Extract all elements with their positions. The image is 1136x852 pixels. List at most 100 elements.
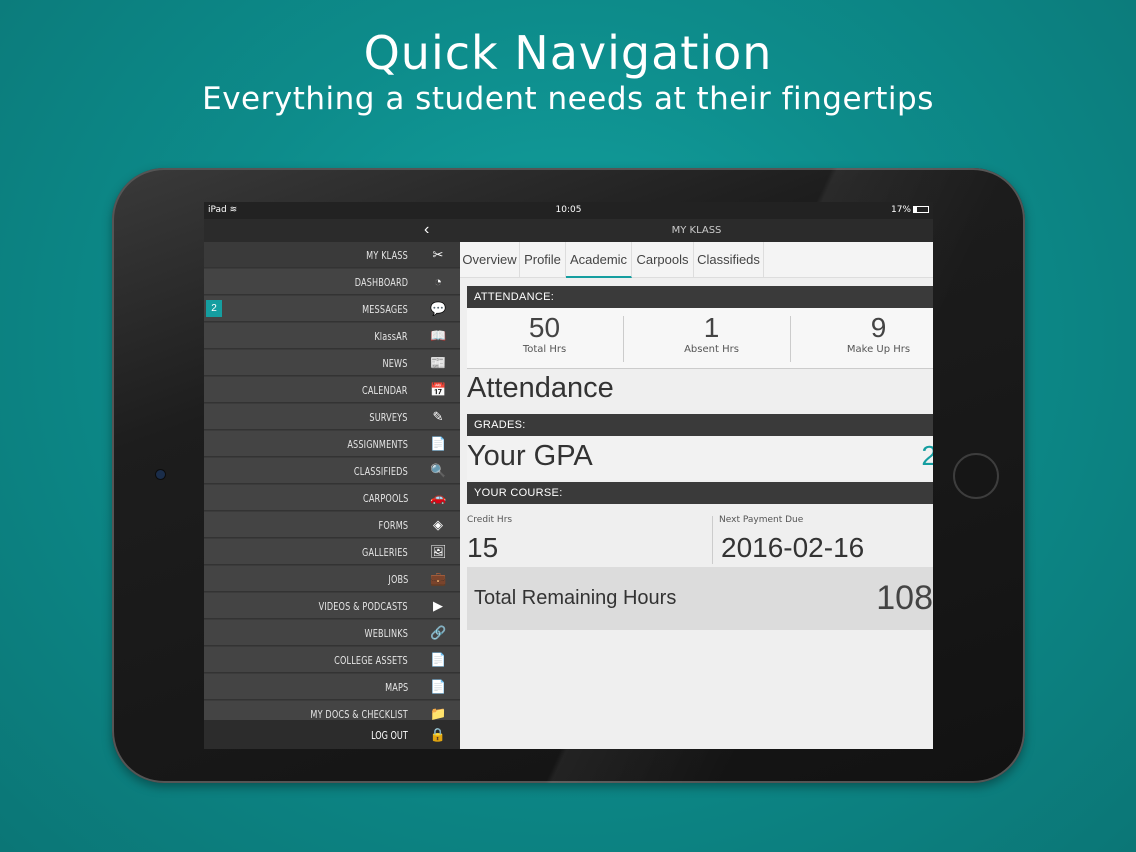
stat-label: Make Up Hrs: [846, 344, 911, 355]
course-details: Credit Hrs 15 Next Payment Due 2016-02-1…: [467, 508, 933, 568]
credit-hrs-label: Credit Hrs: [467, 515, 513, 525]
course-section-header: YOUR COURSE:: [467, 482, 933, 504]
sidebar-item-forms[interactable]: FORMS ◈: [204, 512, 460, 538]
calendar-icon: 📅: [430, 382, 447, 397]
stat-label: Absent Hrs: [684, 344, 739, 355]
sidebar-item-label: COLLEGE ASSETS: [334, 654, 408, 667]
sidebar: MY KLASS ✂ DASHBOARD ◔ 2 MESSAGES 💬 KlassAR 📖 NEW…: [204, 242, 460, 749]
sidebar-item-videos-podcasts[interactable]: VIDEOS & PODCASTS ▶: [204, 593, 460, 619]
next-payment-label: Next Payment Due: [719, 515, 804, 525]
sidebar-item-label: NEWS: [382, 357, 408, 370]
nav-title: MY KLASS: [671, 225, 722, 236]
briefcase-icon: 💼: [430, 571, 447, 586]
sidebar-item-maps[interactable]: MAPS 📄: [204, 674, 460, 700]
document-icon: 📄: [430, 436, 447, 451]
sidebar-item-classifieds[interactable]: CLASSIFIEDS 🔍: [204, 458, 460, 484]
sidebar-item-label: CLASSIFIEDS: [353, 465, 408, 478]
credit-hrs-value: 15: [467, 532, 499, 563]
nav-bar: ‹ MY KLASS: [204, 219, 933, 242]
sidebar-item-surveys[interactable]: SURVEYS ✎: [204, 404, 460, 430]
sidebar-item-label: CARPOOLS: [362, 492, 408, 505]
stat-label: Total Hrs: [522, 344, 567, 355]
gpa-label: Your GPA: [467, 440, 593, 472]
sidebar-item-my-klass[interactable]: MY KLASS ✂: [204, 242, 460, 268]
document-icon: 📄: [430, 679, 447, 694]
car-icon: 🚗: [430, 490, 447, 505]
next-payment-value: 2016-02-16: [721, 532, 865, 563]
chat-bubbles-icon: 💬: [430, 301, 447, 316]
remaining-hours-row[interactable]: Total Remaining Hours 108: [467, 567, 933, 630]
sidebar-item-label: CALENDAR: [362, 384, 408, 397]
logout-button[interactable]: LOG OUT 🔒: [204, 720, 460, 749]
classifieds-icon: 🔍: [430, 463, 447, 478]
status-bar: iPad ≋ 10:05 17%: [204, 202, 933, 219]
tab-overview[interactable]: Overview: [460, 242, 520, 278]
home-button[interactable]: [953, 453, 999, 499]
sidebar-item-messages[interactable]: 2 MESSAGES 💬: [204, 296, 460, 322]
promo-subtitle: Everything a student needs at their fing…: [202, 81, 934, 117]
pencil-icon: ✎: [432, 409, 444, 424]
sidebar-item-dashboard[interactable]: DASHBOARD ◔: [204, 269, 460, 295]
tab-classifieds[interactable]: Classifieds: [694, 242, 764, 278]
sidebar-item-calendar[interactable]: CALENDAR 📅: [204, 377, 460, 403]
attendance-heading[interactable]: Attendance: [467, 372, 614, 405]
sidebar-item-label: MAPS: [384, 681, 408, 694]
sidebar-item-carpools[interactable]: CARPOOLS 🚗: [204, 485, 460, 511]
link-icon: 🔗: [430, 625, 447, 640]
stat-total-hrs: 50 Total Hrs: [467, 308, 622, 369]
gallery-icon: 🖼: [430, 544, 447, 559]
sidebar-item-label: WEBLINKS: [364, 627, 408, 640]
battery-status: 17%: [891, 205, 929, 215]
course-divider: [712, 516, 713, 564]
sidebar-item-label: MESSAGES: [362, 303, 408, 316]
tab-academic[interactable]: Academic: [566, 242, 632, 278]
tab-carpools[interactable]: Carpools: [632, 242, 694, 278]
battery-icon: [913, 206, 929, 213]
stat-value: 1: [703, 312, 720, 343]
lock-icon: 🔒: [429, 727, 446, 742]
gpa-value: 2: [921, 440, 933, 471]
sidebar-item-label: MY KLASS: [366, 249, 408, 262]
play-icon: ▶: [433, 598, 443, 613]
stat-divider: [790, 316, 791, 362]
sidebar-item-label: DASHBOARD: [354, 276, 408, 289]
sidebar-item-label: KlassAR: [374, 330, 408, 343]
tab-profile[interactable]: Profile: [520, 242, 566, 278]
sidebar-item-label: VIDEOS & PODCASTS: [318, 600, 408, 613]
sidebar-item-college-assets[interactable]: COLLEGE ASSETS 📄: [204, 647, 460, 673]
app-screen: iPad ≋ 10:05 17% ‹ MY KLASS MY KLASS ✂ DAS…: [204, 202, 933, 749]
grades-section-header: GRADES:: [467, 414, 933, 436]
sidebar-item-label: ASSIGNMENTS: [347, 438, 408, 451]
gauge-icon: ◔: [434, 274, 442, 289]
sidebar-item-klassar[interactable]: KlassAR 📖: [204, 323, 460, 349]
sidebar-item-assignments[interactable]: ASSIGNMENTS 📄: [204, 431, 460, 457]
unread-badge: 2: [206, 300, 222, 317]
sidebar-item-label: FORMS: [378, 519, 408, 532]
document-icon: 📄: [430, 652, 447, 667]
layers-icon: ◈: [433, 517, 443, 532]
tools-icon: ✂: [432, 247, 444, 262]
stat-value: 9: [870, 312, 887, 343]
stat-divider: [623, 316, 624, 362]
book-icon: 📖: [430, 328, 447, 343]
remaining-hours-label: Total Remaining Hours: [474, 587, 677, 609]
sidebar-item-label: JOBS: [387, 573, 408, 586]
attendance-stats: 50 Total Hrs 1 Absent Hrs 9 Make Up Hrs: [467, 308, 933, 369]
sidebar-item-label: GALLERIES: [362, 546, 408, 559]
remaining-hours-value: 108: [876, 579, 933, 617]
status-time: 10:05: [555, 205, 582, 215]
stat-makeup-hrs: 9 Make Up Hrs: [801, 308, 933, 369]
back-chevron-icon[interactable]: ‹: [424, 221, 429, 239]
newspaper-icon: 📰: [430, 355, 447, 370]
sidebar-item-news[interactable]: NEWS 📰: [204, 350, 460, 376]
sidebar-item-weblinks[interactable]: WEBLINKS 🔗: [204, 620, 460, 646]
sidebar-item-galleries[interactable]: GALLERIES 🖼: [204, 539, 460, 565]
gpa-row[interactable]: Your GPA 2: [467, 436, 933, 480]
sidebar-item-label: SURVEYS: [369, 411, 408, 424]
tab-bar: Overview Profile Academic Carpools Classifie…: [460, 242, 933, 278]
logout-label: LOG OUT: [371, 729, 408, 742]
promo-title: Quick Navigation: [363, 26, 773, 80]
stat-absent-hrs: 1 Absent Hrs: [634, 308, 789, 369]
attendance-section-header: ATTENDANCE:: [467, 286, 933, 308]
sidebar-item-jobs[interactable]: JOBS 💼: [204, 566, 460, 592]
